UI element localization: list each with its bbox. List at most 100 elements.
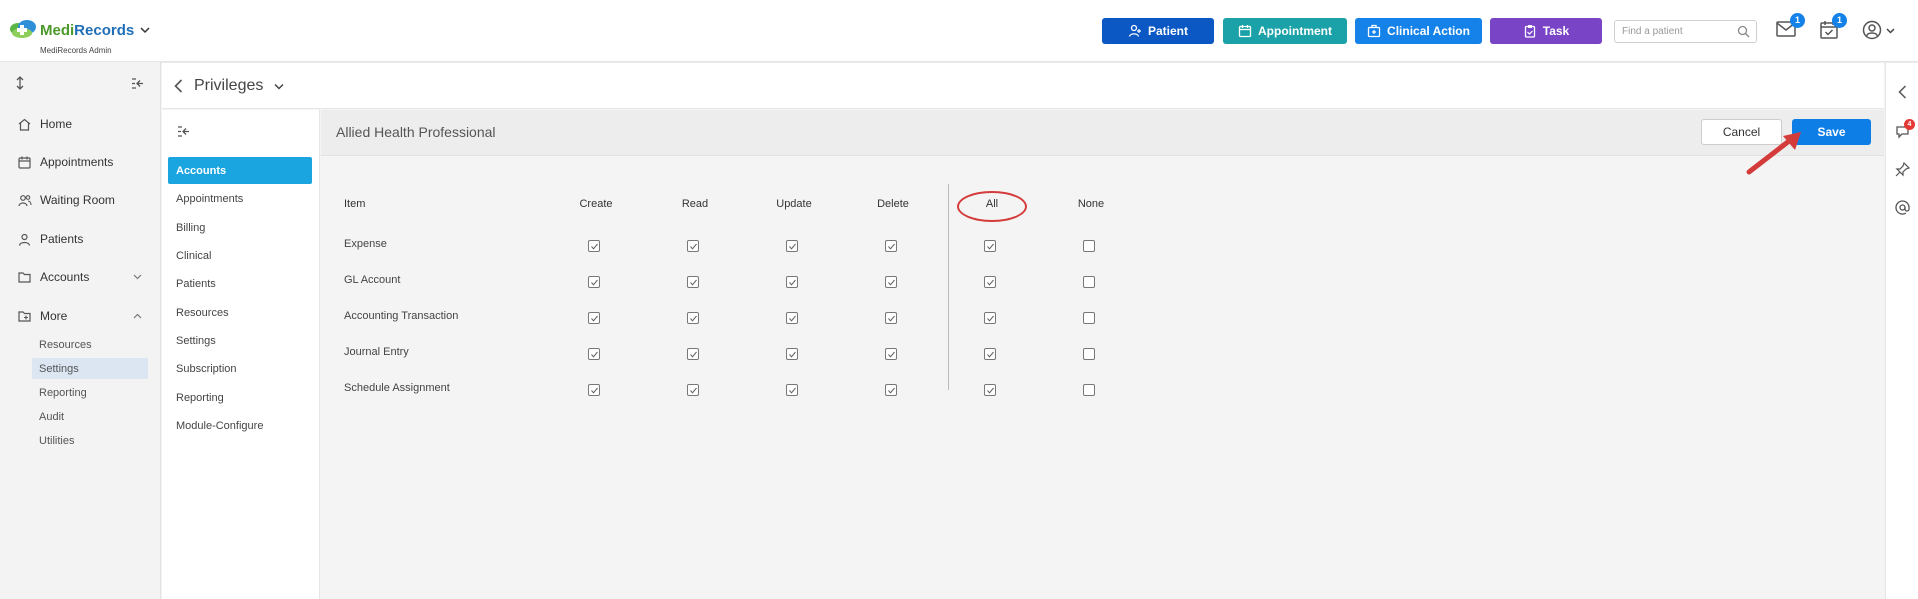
checkmark-icon xyxy=(591,387,598,394)
search-input[interactable] xyxy=(1615,21,1730,42)
pin-icon[interactable] xyxy=(1895,162,1910,177)
messages-button[interactable]: 1 xyxy=(1776,13,1805,38)
sidebar-subitem-utilities[interactable]: Utilities xyxy=(32,430,148,451)
main-sidebar: Home Appointments Waiting Room Patients … xyxy=(0,62,161,599)
module-tab-resources[interactable]: Resources xyxy=(168,299,312,326)
module-tab-appointments[interactable]: Appointments xyxy=(168,185,312,212)
sidebar-item-accounts[interactable]: Accounts xyxy=(0,262,160,292)
user-menu[interactable] xyxy=(1862,20,1895,40)
checkmark-icon xyxy=(987,315,994,322)
module-tab-module-configure[interactable]: Module-Configure xyxy=(168,412,312,439)
checkmark-icon xyxy=(789,315,796,322)
update-checkbox[interactable] xyxy=(786,312,798,324)
column-header-item: Item xyxy=(344,198,366,210)
sidebar-subitem-settings[interactable]: Settings xyxy=(32,358,148,379)
read-checkbox[interactable] xyxy=(687,384,699,396)
collapse-sidebar-icon[interactable] xyxy=(131,78,144,89)
column-divider xyxy=(948,184,949,390)
mail-badge: 1 xyxy=(1790,13,1805,28)
read-checkbox[interactable] xyxy=(687,276,699,288)
read-checkbox[interactable] xyxy=(687,240,699,252)
module-tab-billing[interactable]: Billing xyxy=(168,214,312,241)
none-checkbox[interactable] xyxy=(1083,348,1095,360)
update-checkbox[interactable] xyxy=(786,240,798,252)
calendar-icon xyxy=(18,156,31,169)
sidebar-subitem-audit[interactable]: Audit xyxy=(32,406,148,427)
page-title[interactable]: Privileges xyxy=(194,77,263,95)
sidebar-item-more[interactable]: More xyxy=(0,301,160,331)
module-tab-subscription[interactable]: Subscription xyxy=(168,355,312,382)
create-checkbox[interactable] xyxy=(588,384,600,396)
delete-checkbox[interactable] xyxy=(885,240,897,252)
sidebar-subitem-resources[interactable]: Resources xyxy=(32,334,148,355)
delete-checkbox[interactable] xyxy=(885,348,897,360)
create-checkbox[interactable] xyxy=(588,348,600,360)
new-patient-button[interactable]: Patient xyxy=(1102,18,1214,44)
module-tab-settings[interactable]: Settings xyxy=(168,327,312,354)
chevron-down-icon[interactable] xyxy=(140,26,150,34)
all-checkbox[interactable] xyxy=(984,312,996,324)
create-checkbox[interactable] xyxy=(588,312,600,324)
create-checkbox[interactable] xyxy=(588,276,600,288)
update-checkbox[interactable] xyxy=(786,384,798,396)
module-tab-accounts[interactable]: Accounts xyxy=(168,157,312,184)
sidebar-item-home[interactable]: Home xyxy=(0,109,160,139)
chat-button[interactable]: 4 xyxy=(1895,119,1915,139)
sidebar-item-patients[interactable]: Patients xyxy=(0,224,160,254)
module-tab-reporting[interactable]: Reporting xyxy=(168,384,312,411)
new-appointment-button[interactable]: Appointment xyxy=(1223,18,1347,44)
delete-checkbox[interactable] xyxy=(885,312,897,324)
checkmark-icon xyxy=(591,315,598,322)
checkmark-icon xyxy=(987,351,994,358)
all-checkbox[interactable] xyxy=(984,240,996,252)
update-checkbox[interactable] xyxy=(786,276,798,288)
brand-subtitle: MediRecords Admin xyxy=(40,46,112,55)
new-task-button[interactable]: Task xyxy=(1490,18,1602,44)
checkmark-icon xyxy=(690,351,697,358)
module-tab-patients[interactable]: Patients xyxy=(168,270,312,297)
checkmark-icon xyxy=(888,315,895,322)
none-checkbox[interactable] xyxy=(1083,384,1095,396)
medirecords-logo-icon xyxy=(10,20,36,38)
all-checkbox[interactable] xyxy=(984,384,996,396)
search-icon[interactable] xyxy=(1737,25,1750,38)
clinical-action-button[interactable]: Clinical Action xyxy=(1355,18,1482,44)
medical-bag-icon xyxy=(1367,24,1381,38)
none-checkbox[interactable] xyxy=(1083,276,1095,288)
top-header: MediRecords MediRecords Admin Patient Ap… xyxy=(0,0,1918,62)
read-checkbox[interactable] xyxy=(687,348,699,360)
update-checkbox[interactable] xyxy=(786,348,798,360)
module-tab-clinical[interactable]: Clinical xyxy=(168,242,312,269)
column-header-create: Create xyxy=(579,198,613,210)
delete-checkbox[interactable] xyxy=(885,276,897,288)
row-item-label: Accounting Transaction xyxy=(344,310,459,322)
column-header-delete: Delete xyxy=(877,198,909,210)
annotation-circle xyxy=(957,191,1027,222)
read-checkbox[interactable] xyxy=(687,312,699,324)
patient-search[interactable] xyxy=(1614,20,1757,43)
chevron-down-icon[interactable] xyxy=(274,83,284,90)
all-checkbox[interactable] xyxy=(984,348,996,360)
brand[interactable]: MediRecords xyxy=(8,18,150,42)
sidebar-item-appointments[interactable]: Appointments xyxy=(0,147,160,177)
column-header-none[interactable]: None xyxy=(1061,198,1121,210)
expand-vertical-icon[interactable] xyxy=(15,76,25,90)
tasks-badge: 1 xyxy=(1832,13,1847,28)
create-checkbox[interactable] xyxy=(588,240,600,252)
brand-name: MediRecords xyxy=(40,21,135,39)
none-checkbox[interactable] xyxy=(1083,240,1095,252)
collapse-panel-icon[interactable] xyxy=(177,126,190,137)
tasks-button[interactable]: 1 xyxy=(1820,13,1847,39)
checkmark-icon xyxy=(987,279,994,286)
sidebar-item-waiting-room[interactable]: Waiting Room xyxy=(0,185,160,215)
role-title: Allied Health Professional xyxy=(336,124,496,140)
at-sign-icon[interactable] xyxy=(1895,200,1910,215)
delete-checkbox[interactable] xyxy=(885,384,897,396)
checkmark-icon xyxy=(987,243,994,250)
sidebar-subitem-reporting[interactable]: Reporting xyxy=(32,382,148,403)
chevron-left-icon[interactable] xyxy=(1898,85,1907,99)
none-checkbox[interactable] xyxy=(1083,312,1095,324)
all-checkbox[interactable] xyxy=(984,276,996,288)
chevron-up-icon xyxy=(133,313,142,319)
back-arrow-icon[interactable] xyxy=(174,79,183,93)
